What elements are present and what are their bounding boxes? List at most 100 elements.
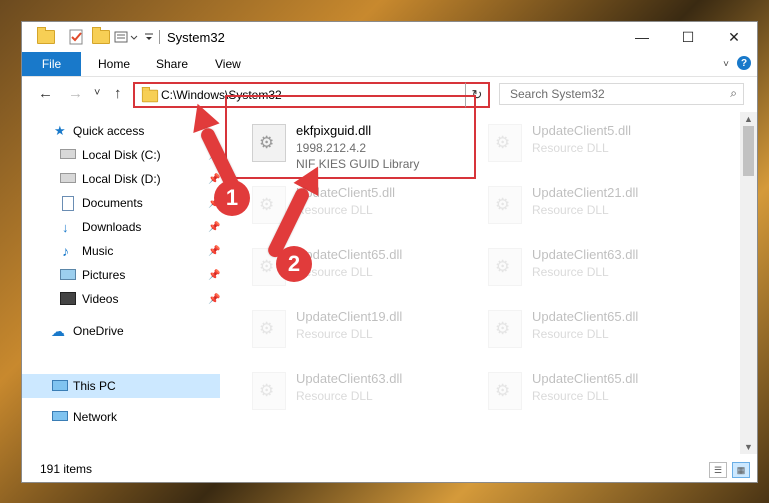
address-bar[interactable]: C:\Windows\System32 ˅ — [133, 82, 481, 108]
navigation-pane: ★ Quick access Local Disk (C:) 📌 Local D… — [22, 112, 220, 454]
large-icons-view-icon[interactable]: ▦ — [732, 462, 750, 478]
sidebar-item-onedrive[interactable]: ☁ OneDrive — [22, 320, 220, 342]
file-explorer-window: System32 — ☐ ✕ File Home Share View ˅ ? … — [22, 22, 757, 482]
item-count: 191 items — [40, 462, 93, 476]
address-folder-icon — [141, 86, 159, 103]
step-2-badge: 2 — [276, 246, 312, 282]
tab-home[interactable]: Home — [98, 57, 130, 71]
expand-ribbon-icon[interactable]: ˅ — [723, 59, 729, 70]
file-item[interactable]: UpdateClient21.dll Resource DLL — [484, 180, 709, 236]
sidebar-item-pictures[interactable]: Pictures 📌 — [22, 264, 220, 286]
sidebar-item-music[interactable]: ♪ Music 📌 — [22, 240, 220, 262]
status-bar: 191 items ☰ ▦ — [22, 456, 757, 482]
sidebar-item-network[interactable]: Network — [22, 406, 220, 428]
file-name: UpdateClient65.dll — [296, 247, 403, 262]
file-version: 1998.212.4.2 — [296, 141, 367, 155]
dll-file-icon — [252, 310, 286, 348]
pictures-icon — [60, 269, 76, 280]
sidebar-item-label: Videos — [82, 292, 119, 306]
title-bar: System32 — ☐ ✕ — [22, 22, 757, 52]
file-item[interactable]: UpdateClient65.dll Resource DLL — [484, 304, 709, 360]
file-item[interactable]: UpdateClient63.dll Resource DLL — [248, 366, 473, 422]
pin-icon[interactable]: 📌 — [208, 294, 220, 305]
dll-file-icon — [488, 186, 522, 224]
file-name: UpdateClient19.dll — [296, 309, 403, 324]
sidebar-item-this-pc[interactable]: This PC — [22, 374, 220, 398]
file-name: UpdateClient5.dll — [532, 123, 632, 138]
search-placeholder: Search System32 — [510, 87, 605, 101]
file-item[interactable]: UpdateClient65.dll Resource DLL — [484, 366, 709, 422]
details-view-icon[interactable]: ☰ — [709, 462, 727, 478]
file-item-ekfpixguid[interactable]: ekfpixguid.dll 1998.212.4.2 NIF KIES GUI… — [248, 118, 473, 174]
drive-icon — [60, 149, 76, 159]
pin-icon[interactable]: 📌 — [208, 270, 220, 281]
sidebar-item-label: Music — [82, 244, 114, 258]
sidebar-item-label: Documents — [82, 196, 143, 210]
file-item[interactable]: UpdateClient63.dll Resource DLL — [484, 242, 709, 298]
sidebar-item-documents[interactable]: Documents 📌 — [22, 192, 220, 214]
music-icon: ♪ — [62, 243, 69, 259]
dll-file-icon — [488, 310, 522, 348]
address-path[interactable]: C:\Windows\System32 — [161, 88, 282, 102]
sidebar-item-local-disk-d[interactable]: Local Disk (D:) 📌 — [22, 168, 220, 190]
forward-button[interactable]: → — [68, 85, 83, 102]
tab-share[interactable]: Share — [156, 57, 188, 71]
dll-file-icon — [488, 124, 522, 162]
ribbon-tabs: File Home Share View ˅ ? — [22, 52, 757, 77]
properties-icon[interactable] — [68, 28, 84, 46]
network-icon — [52, 411, 68, 421]
new-folder-icon[interactable] — [92, 27, 110, 46]
drive-icon — [60, 173, 76, 183]
file-name: UpdateClient21.dll — [532, 185, 639, 200]
file-item[interactable]: UpdateClient19.dll Resource DLL — [248, 304, 473, 360]
dll-file-icon — [488, 248, 522, 286]
window-title: System32 — [167, 30, 225, 45]
scrollbar-thumb[interactable] — [743, 126, 754, 176]
sidebar-item-label: Pictures — [82, 268, 126, 282]
tab-view[interactable]: View — [215, 57, 241, 71]
close-button[interactable]: ✕ — [711, 22, 757, 52]
vertical-scrollbar[interactable]: ▲ ▼ — [740, 112, 757, 454]
sidebar-item-label: Quick access — [73, 124, 145, 138]
pin-icon[interactable]: 📌 — [208, 222, 220, 233]
file-description: Resource DLL — [532, 389, 609, 403]
file-description: Resource DLL — [296, 389, 373, 403]
sidebar-item-label: OneDrive — [73, 324, 124, 338]
quick-access-dropdown-icon[interactable] — [144, 28, 154, 46]
search-box[interactable]: Search System32 ⌕ — [499, 83, 744, 105]
refresh-button[interactable]: ↻ — [465, 82, 490, 108]
title-divider — [159, 30, 160, 44]
sidebar-item-label: Local Disk (C:) — [82, 148, 161, 162]
pin-icon[interactable]: 📌 — [208, 246, 220, 257]
scroll-down-icon[interactable]: ▼ — [744, 442, 753, 452]
dll-file-icon — [252, 124, 286, 162]
search-icon[interactable]: ⌕ — [730, 86, 737, 101]
folder-icon[interactable] — [37, 27, 55, 44]
customize-toolbar-icon[interactable] — [114, 28, 142, 46]
cloud-icon: ☁ — [51, 322, 65, 339]
file-name: UpdateClient65.dll — [532, 371, 639, 386]
minimize-button[interactable]: — — [619, 22, 665, 52]
up-button[interactable]: ↑ — [114, 85, 122, 102]
dll-file-icon — [252, 186, 286, 224]
pin-icon[interactable]: 📌 — [208, 174, 220, 185]
tab-file[interactable]: File — [22, 52, 81, 76]
sidebar-item-videos[interactable]: Videos 📌 — [22, 288, 220, 310]
computer-icon — [52, 380, 68, 391]
scroll-up-icon[interactable]: ▲ — [744, 114, 753, 124]
file-item[interactable]: UpdateClient5.dll Resource DLL — [484, 118, 709, 174]
star-icon: ★ — [54, 123, 66, 138]
back-button[interactable]: ← — [38, 85, 53, 102]
file-name: ekfpixguid.dll — [296, 123, 372, 138]
file-description: Resource DLL — [296, 327, 373, 341]
step-1-badge: 1 — [214, 180, 250, 216]
sidebar-item-downloads[interactable]: ↓ Downloads 📌 — [22, 216, 220, 238]
dll-file-icon — [488, 372, 522, 410]
help-icon[interactable]: ? — [737, 56, 751, 70]
sidebar-item-local-disk-c[interactable]: Local Disk (C:) 📌 — [22, 144, 220, 166]
recent-locations-button[interactable]: ˅ — [94, 87, 100, 99]
maximize-button[interactable]: ☐ — [665, 22, 711, 52]
navigation-bar: ← → ˅ ↑ C:\Windows\System32 ˅ ↻ Search S… — [22, 77, 757, 111]
file-description: Resource DLL — [296, 203, 373, 217]
sidebar-item-label: This PC — [73, 379, 116, 393]
